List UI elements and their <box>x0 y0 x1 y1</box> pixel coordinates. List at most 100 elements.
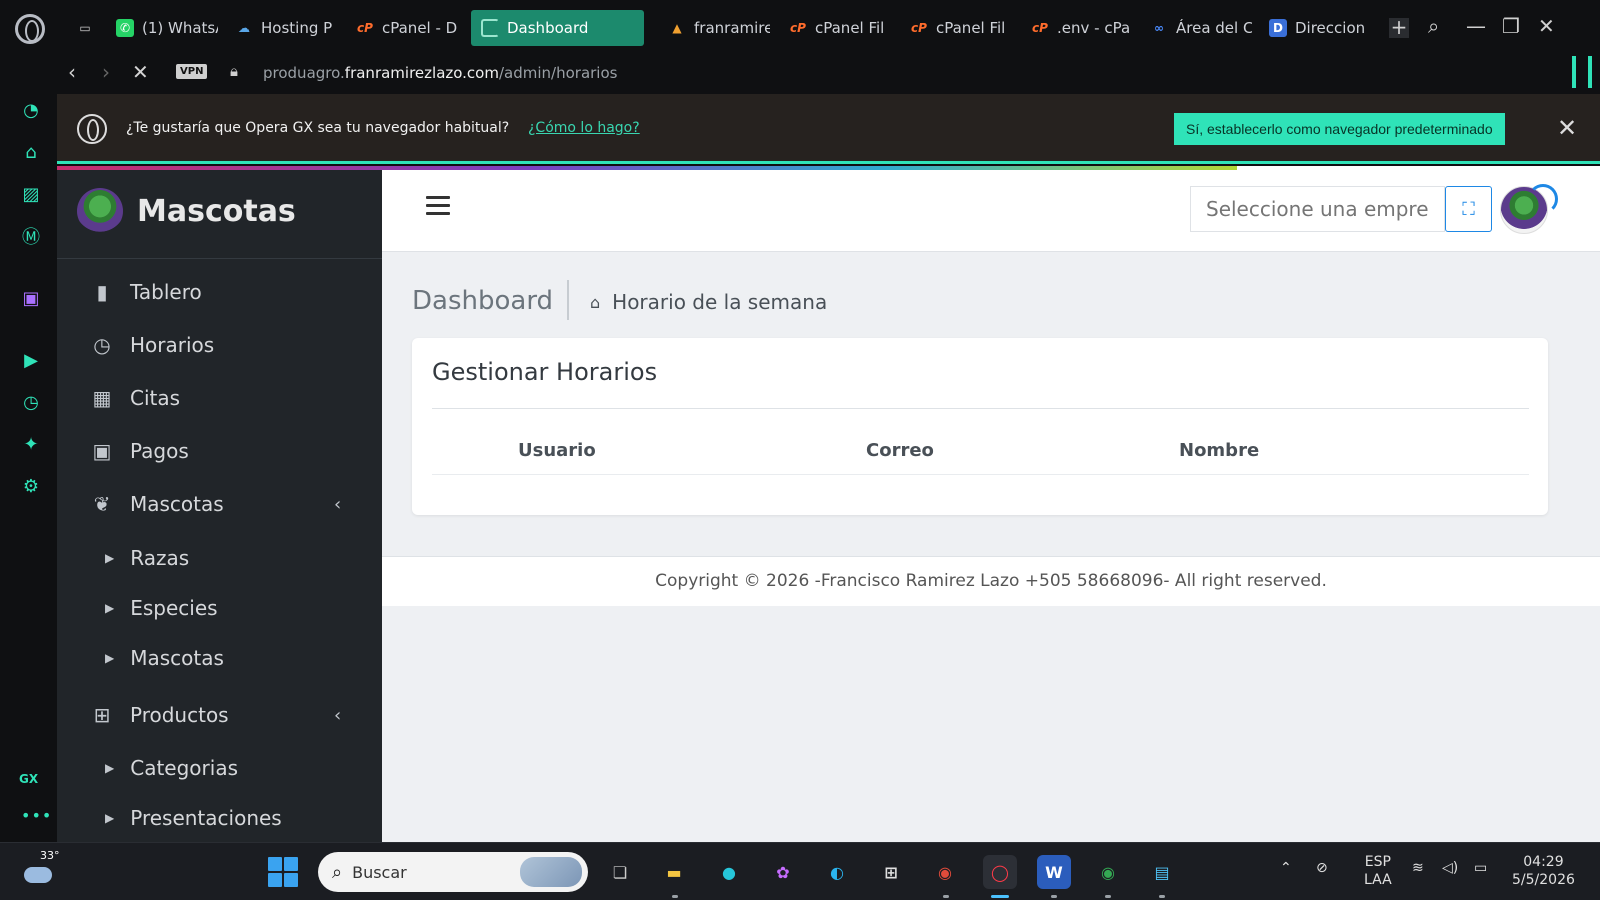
running-indicator <box>1051 895 1057 898</box>
edge-icon[interactable]: ◐ <box>820 855 854 889</box>
calendar-icon: ▦ <box>92 386 112 410</box>
tab-area[interactable]: ∞ Área del C <box>1140 10 1252 46</box>
task-view-icon[interactable]: ❏ <box>603 855 637 889</box>
company-select[interactable] <box>1190 186 1445 232</box>
how-to-link[interactable]: ¿Cómo lo hago? <box>528 120 640 136</box>
close-notification-icon[interactable]: ✕ <box>1557 114 1577 142</box>
web-app: Mascotas ▮ Tablero ◷ Horarios ▦ Citas ▣ … <box>57 166 1600 842</box>
paw-icon: ❦ <box>93 492 111 516</box>
column-header-usuario[interactable]: Usuario <box>518 440 596 461</box>
gx-control-icon[interactable]: ⌂ <box>19 140 43 164</box>
column-header-correo[interactable]: Correo <box>866 440 934 461</box>
loading-icon <box>481 19 499 37</box>
schedules-card: Gestionar Horarios Usuario Correo Nombre <box>412 338 1548 515</box>
lock-icon[interactable]: 🔒︎ <box>230 62 238 80</box>
windows-start-icon[interactable] <box>268 857 298 887</box>
cloud-off-icon[interactable]: ⊘ <box>1316 859 1328 877</box>
back-arrow-icon[interactable]: ‹ <box>68 60 76 84</box>
opera-gx-icon[interactable]: ◯ <box>983 855 1017 889</box>
wifi-icon[interactable]: ≋ <box>1412 859 1424 877</box>
sidebar-subitem-presentaciones[interactable]: ▶ Presentaciones <box>105 806 282 830</box>
chrome-icon[interactable]: ◉ <box>928 855 962 889</box>
caret-right-icon: ▶ <box>105 761 115 775</box>
extensions-icon[interactable]: ✦ <box>19 432 43 456</box>
tab-direccion[interactable]: D Direccion <box>1259 10 1371 46</box>
gx-label-icon[interactable]: GX <box>19 772 38 786</box>
page-title: Dashboard <box>412 286 554 316</box>
hamburger-menu-icon[interactable] <box>426 196 450 216</box>
minimize-icon[interactable]: — <box>1466 14 1486 38</box>
fullscreen-icon[interactable]: ⛶ <box>1445 186 1492 232</box>
sidebar-item-tablero[interactable]: ▮ Tablero <box>90 280 201 304</box>
stop-loading-icon[interactable]: ✕ <box>132 60 149 84</box>
app-icon-blue[interactable]: ● <box>712 855 746 889</box>
brand-title: Mascotas <box>137 193 296 229</box>
notepad-icon[interactable]: ▤ <box>1145 855 1179 889</box>
sidebar-subitem-especies[interactable]: ▶ Especies <box>105 596 218 620</box>
notification-question: ¿Te gustaría que Opera GX sea tu navegad… <box>126 120 510 136</box>
vpn-badge[interactable]: VPN <box>176 64 208 79</box>
tab-hosting[interactable]: ☁ Hosting P <box>225 10 337 46</box>
new-tab-plus-icon[interactable]: + <box>1389 17 1409 38</box>
file-explorer-icon[interactable]: ▬ <box>657 855 691 889</box>
cloud-icon <box>24 867 52 883</box>
weather-widget[interactable]: 33° <box>22 849 60 889</box>
tab-cpanel-1[interactable]: cP cPanel - D <box>346 10 458 46</box>
sidebar-subitem-categorias[interactable]: ▶ Categorias <box>105 756 238 780</box>
meta-icon: ∞ <box>1154 21 1164 35</box>
copilot-icon[interactable]: ✿ <box>766 855 800 889</box>
loading-progress-line <box>57 166 1237 170</box>
brand[interactable]: Mascotas <box>77 188 296 234</box>
word-icon[interactable]: W <box>1037 855 1071 889</box>
sidebar-subitem-razas[interactable]: ▶ Razas <box>105 546 189 570</box>
twitch-icon[interactable]: ▣ <box>19 286 43 310</box>
money-icon: ▣ <box>92 439 112 463</box>
messenger-icon[interactable]: Ⓜ <box>19 224 43 248</box>
sidebar-toggle-icon[interactable] <box>1572 56 1592 88</box>
search-tabs-icon[interactable]: ⌕ <box>1428 14 1439 38</box>
home-icon[interactable]: ⌂ <box>590 293 600 312</box>
set-default-button[interactable]: Sí, establecerlo como navegador predeter… <box>1174 113 1505 145</box>
gx-corner-icon[interactable]: ▨ <box>19 182 43 206</box>
opera-logo-icon[interactable] <box>15 14 45 44</box>
tab-cpanel-3[interactable]: cP cPanel Fil <box>900 10 1012 46</box>
chevron-left-icon[interactable]: ‹ <box>334 494 341 515</box>
url-field[interactable]: produagro.franramirezlazo.com/admin/hora… <box>263 64 617 82</box>
speed-dial-icon[interactable]: ◔ <box>19 98 43 122</box>
forward-arrow-icon[interactable]: › <box>102 60 110 84</box>
address-bar: ‹ › ✕ VPN 🔒︎ produagro.franramirezlazo.c… <box>62 56 1600 92</box>
search-icon: ⌕ <box>332 861 343 883</box>
table-header-divider <box>432 474 1529 475</box>
language-indicator[interactable]: ESP LAA <box>1364 853 1392 889</box>
tab-env[interactable]: cP .env - cPa <box>1021 10 1133 46</box>
sidebar-subitem-mascotas[interactable]: ▶ Mascotas <box>105 646 224 670</box>
more-dots-icon[interactable]: ••• <box>21 806 52 825</box>
sidebar-item-horarios[interactable]: ◷ Horarios <box>90 333 214 357</box>
sidebar-item-citas[interactable]: ▦ Citas <box>90 386 181 410</box>
sidebar-item-pagos[interactable]: ▣ Pagos <box>90 439 189 463</box>
sidebar-item-mascotas[interactable]: ❦ Mascotas <box>90 492 224 516</box>
chevron-up-icon[interactable]: ⌃ <box>1280 859 1292 877</box>
tab-whatsapp[interactable]: ✆ (1) WhatsA <box>106 10 218 46</box>
microsoft-store-icon[interactable]: ⊞ <box>874 855 908 889</box>
tab-franramirez[interactable]: ▲ franramire <box>658 10 770 46</box>
sidebar-item-productos[interactable]: ⊞ Productos <box>90 703 229 727</box>
restore-icon[interactable]: ❐ <box>1502 14 1520 38</box>
chevron-left-icon[interactable]: ‹ <box>334 705 341 726</box>
player-icon[interactable]: ▶ <box>19 348 43 372</box>
taskbar-search[interactable]: ⌕ Buscar <box>318 852 588 892</box>
settings-gear-icon[interactable]: ⚙ <box>19 474 43 498</box>
tab-cpanel-2[interactable]: cP cPanel Fil <box>779 10 891 46</box>
running-indicator <box>672 895 678 898</box>
history-icon[interactable]: ◷ <box>19 390 43 414</box>
running-indicator <box>943 895 949 898</box>
chrome-profile-icon[interactable]: ◉ <box>1091 855 1125 889</box>
battery-icon[interactable]: ▭ <box>1474 859 1487 877</box>
clock[interactable]: 04:29 5/5/2026 <box>1512 853 1575 889</box>
column-header-nombre[interactable]: Nombre <box>1179 440 1259 461</box>
card-title: Gestionar Horarios <box>432 358 658 386</box>
close-window-icon[interactable]: ✕ <box>1538 14 1555 38</box>
tab-dashboard[interactable]: Dashboard <box>471 10 644 46</box>
volume-icon[interactable]: ◁) <box>1442 859 1458 877</box>
card-divider <box>432 408 1529 409</box>
